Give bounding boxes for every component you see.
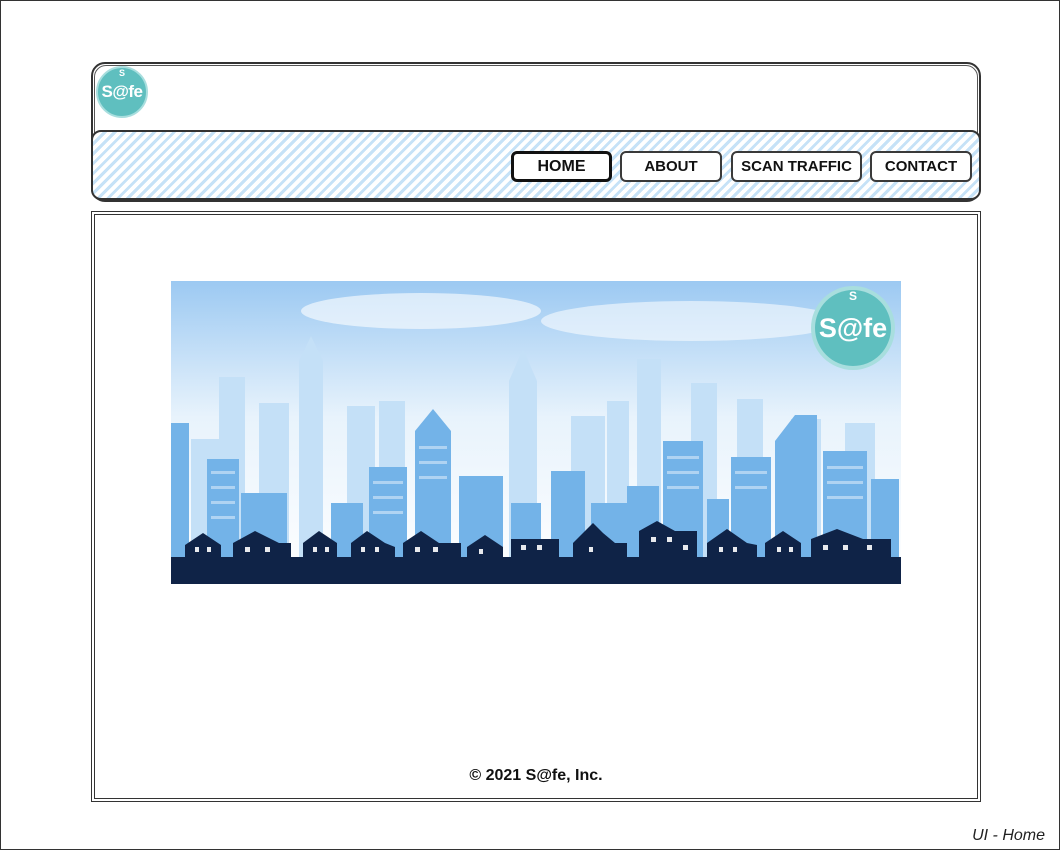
banner-logo: S S@fe [811,286,895,370]
banner-logo-small: S [849,289,857,303]
site-logo[interactable]: S S@fe [96,66,148,118]
nav-about-button[interactable]: ABOUT [620,151,722,182]
logo-wordmark: S@fe [101,82,143,101]
banner-logo-word: S@fe [819,313,887,343]
city-skyline-image: S S@fe [171,281,901,584]
nav-home-button[interactable]: HOME [511,151,612,182]
wireframe-caption: UI - Home [972,827,1045,844]
hero-banner: S S@fe [171,281,901,584]
nav-scan-traffic-button[interactable]: SCAN TRAFFIC [731,151,862,182]
nav-contact-button[interactable]: CONTACT [870,151,972,182]
logo-small-letter: S [118,68,125,78]
footer-copyright: © 2021 S@fe, Inc. [469,767,603,784]
